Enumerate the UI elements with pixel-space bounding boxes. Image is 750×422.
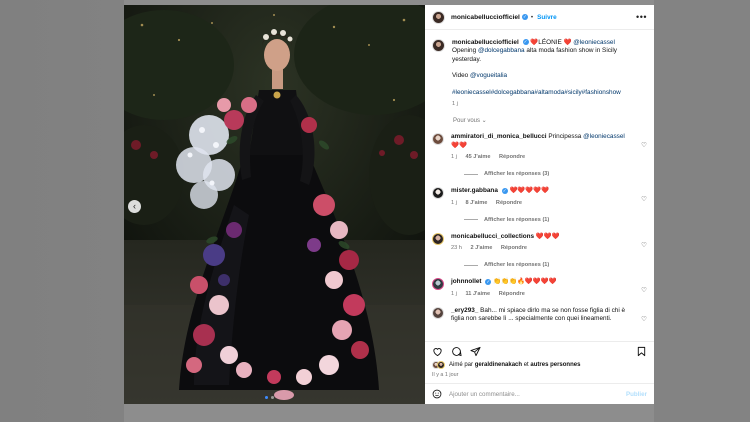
caption-time: 1 j (452, 101, 458, 108)
view-replies-label: Afficher les réponses (3) (484, 171, 550, 178)
comment-username[interactable]: monicabellucci_collections (451, 233, 534, 240)
bookmark-icon[interactable] (636, 346, 647, 357)
more-horizontal-icon[interactable]: ••• (636, 12, 647, 22)
comment-likes[interactable]: 2 J'aime (470, 245, 492, 251)
post-panel: monicabelluccìofficiel ✓ • Suivre ••• mo… (425, 5, 654, 404)
carousel-dot (271, 396, 274, 399)
comment-username[interactable]: _ery293_ (451, 307, 478, 314)
comment-avatar[interactable] (432, 278, 444, 291)
comment-likes[interactable]: 11 J'aime (465, 291, 490, 297)
reply-button[interactable]: Répondre (499, 291, 525, 297)
comment-icon[interactable] (451, 346, 462, 357)
comment-input[interactable] (449, 390, 627, 398)
comment-username[interactable]: mister.gabbana (451, 187, 498, 194)
mention-link[interactable]: @dolcegabbana (478, 47, 525, 54)
previous-media-button[interactable]: ‹ (128, 200, 141, 213)
follow-button[interactable]: Suivre (537, 14, 557, 21)
caption: monicabellucciofficiel ✓ ❤️LÉONIE ❤️ @le… (432, 39, 647, 108)
reply-button[interactable]: Répondre (496, 200, 522, 206)
liked-by-avatars (432, 361, 445, 369)
comment-avatar[interactable] (432, 232, 444, 245)
view-replies-label: Afficher les réponses (1) (484, 216, 550, 223)
verified-icon: ✓ (501, 187, 508, 194)
comment-username[interactable]: johnnollet (451, 278, 482, 285)
reply-button[interactable]: Répondre (499, 154, 525, 160)
verified-icon: ✓ (521, 14, 528, 20)
backdrop-left[interactable] (0, 0, 124, 422)
comment-username[interactable]: ammiratori_di_monica_bellucci (451, 133, 547, 140)
separator-dot: • (530, 13, 534, 21)
liked-by: Aimé par geraldinenakach et autres perso… (432, 361, 647, 369)
comment-text: Bah... mi spiace dirlo ma se non fosse f… (451, 307, 626, 323)
comment-item: johnnollet ✓ 👏👏👏🔥❤️❤️❤️❤️ 1 j 11 J'aime … (432, 278, 647, 298)
comment-text: Principessa (548, 133, 582, 141)
like-heart-icon[interactable] (432, 346, 443, 357)
comment-composer: Publier (425, 383, 654, 404)
caption-avatar[interactable] (432, 39, 445, 52)
verified-icon: ✓ (522, 39, 529, 46)
mention-link[interactable]: @leoniecassel (573, 39, 615, 46)
comment-avatar[interactable] (432, 187, 444, 200)
comments-scroll-area[interactable]: monicabellucciofficiel ✓ ❤️LÉONIE ❤️ @le… (425, 31, 654, 341)
comment-item: mister.gabbana ✓ ❤️❤️❤️❤️❤️ 1 j 8 J'aime… (432, 187, 647, 207)
replies-line (464, 264, 478, 266)
like-comment-heart-icon[interactable]: ♡ (641, 141, 647, 149)
comment-time: 1 j (451, 290, 457, 297)
liked-by-prefix: Aimé par (449, 362, 474, 368)
comment-text: 👏👏👏🔥❤️❤️❤️❤️ (493, 278, 557, 286)
caption-text: Opening (452, 47, 477, 55)
reply-button[interactable]: Répondre (501, 245, 527, 251)
share-icon[interactable] (470, 346, 481, 357)
liked-by-connector: et (523, 362, 529, 368)
post-actions-bar (425, 341, 654, 361)
like-comment-heart-icon[interactable]: ♡ (641, 195, 647, 203)
like-comment-heart-icon[interactable]: ♡ (641, 315, 647, 323)
view-replies-label: Afficher les réponses (1) (484, 262, 550, 269)
comment-time: 23 h (451, 245, 462, 252)
carousel-dots (265, 396, 274, 399)
replies-line (464, 219, 478, 221)
view-replies-button[interactable]: Afficher les réponses (3) (464, 171, 647, 177)
author-username[interactable]: monicabelluccìofficiel (451, 14, 520, 21)
comment-text: ❤️❤️❤️ (535, 232, 560, 240)
comment-item: _ery293_ Bah... mi spiace dirlo ma se no… (432, 307, 647, 324)
comment-likes[interactable]: 45 J'aime (465, 154, 490, 160)
backdrop-bottom (124, 404, 654, 422)
view-replies-button[interactable]: Afficher les réponses (1) (464, 262, 647, 268)
backdrop-right[interactable] (654, 0, 750, 422)
carousel-dot (265, 396, 268, 399)
mention-link[interactable]: @leoniecassel (583, 133, 625, 140)
comment-text: ❤️❤️❤️❤️❤️ (509, 187, 550, 195)
runway-photo (124, 5, 425, 404)
caption-author[interactable]: monicabellucciofficiel (452, 39, 519, 46)
hashtags[interactable]: #leoniecassel#dolcegabbana#altamoda#sici… (452, 89, 621, 96)
post-header: monicabelluccìofficiel ✓ • Suivre ••• (425, 5, 654, 30)
emoji-icon[interactable] (432, 389, 442, 399)
comment-avatar[interactable] (432, 307, 444, 320)
verified-icon: ✓ (485, 278, 492, 285)
like-comment-heart-icon[interactable]: ♡ (641, 241, 647, 249)
view-replies-button[interactable]: Afficher les réponses (1) (464, 217, 647, 223)
post-media[interactable]: ‹ (124, 5, 425, 404)
sort-dropdown[interactable]: Pour vous ⌄ (453, 117, 647, 124)
comment-time: 1 j (451, 153, 457, 160)
comment-text: ❤️❤️ (451, 141, 467, 149)
post-time-ago: Il y a 1 jour (432, 372, 459, 378)
publish-button[interactable]: Publier (626, 391, 647, 398)
comment-time: 1 j (451, 199, 457, 206)
liker-avatar (437, 361, 445, 369)
mention-link[interactable]: @vogueitalia (470, 72, 507, 79)
caption-text: Video (452, 72, 469, 80)
caption-text: alta moda fashion show in Sicily yesterd… (452, 47, 617, 63)
comment-likes[interactable]: 8 J'aime (465, 200, 487, 206)
replies-line (464, 173, 478, 175)
comment-avatar[interactable] (432, 133, 444, 146)
liked-by-others[interactable]: autres personnes (530, 362, 580, 368)
like-comment-heart-icon[interactable]: ♡ (641, 286, 647, 294)
liked-by-user[interactable]: geraldinenakach (475, 362, 522, 368)
comment-item: ammiratori_di_monica_bellucci Principess… (432, 133, 647, 161)
author-avatar[interactable] (432, 10, 445, 24)
comment-item: monicabellucci_collections ❤️❤️❤️ 23 h 2… (432, 232, 647, 253)
caption-heart-text: ❤️LÉONIE ❤️ (530, 39, 572, 46)
